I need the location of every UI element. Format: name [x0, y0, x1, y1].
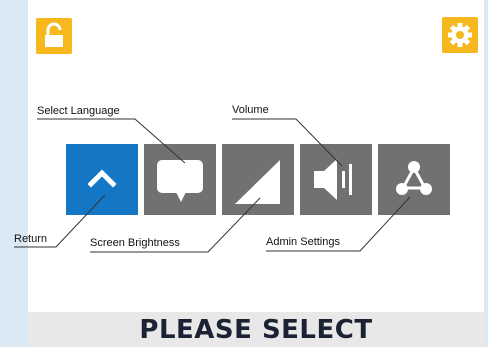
admin-settings-label: Admin Settings — [266, 236, 340, 248]
left-side-strip — [0, 0, 28, 347]
gear-icon — [448, 23, 472, 47]
admin-settings-tile[interactable] — [378, 144, 450, 215]
please-select-prompt: PLEASE SELECT — [139, 315, 373, 345]
speaker-icon — [314, 159, 352, 200]
settings-button[interactable] — [442, 17, 478, 53]
unlock-button[interactable] — [36, 18, 72, 54]
right-side-strip — [484, 0, 488, 347]
footer-bar: PLEASE SELECT — [28, 312, 484, 347]
unlock-icon — [45, 22, 63, 47]
volume-label: Volume — [232, 104, 269, 116]
select-language-label: Select Language — [37, 105, 120, 117]
chevron-up-icon — [87, 169, 117, 188]
screen-brightness-tile[interactable] — [222, 144, 294, 215]
screen-brightness-label: Screen Brightness — [90, 237, 180, 249]
return-label: Return — [14, 233, 48, 245]
network-nodes-icon — [396, 161, 432, 195]
return-tile[interactable] — [66, 144, 138, 215]
brightness-ramp-icon — [235, 160, 280, 204]
select-language-tile[interactable] — [144, 144, 216, 215]
speech-bubble-icon — [157, 160, 203, 202]
volume-tile[interactable] — [300, 144, 372, 215]
